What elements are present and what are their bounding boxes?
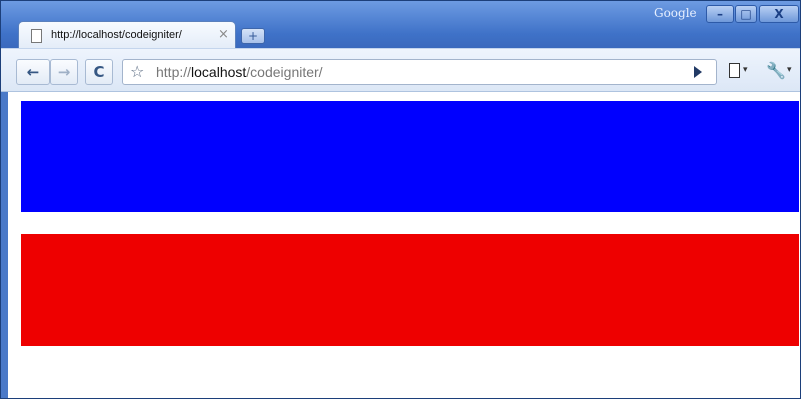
url-path: /codeigniter/ xyxy=(246,64,323,80)
go-arrow-icon[interactable] xyxy=(694,66,702,78)
browser-window: Google – □ X http://localhost/codeignite… xyxy=(0,0,801,399)
wrench-icon[interactable]: 🔧 xyxy=(766,61,786,80)
page-icon xyxy=(31,29,42,43)
maximize-button[interactable]: □ xyxy=(735,5,757,23)
page-menu-arrow-icon[interactable]: ▾ xyxy=(743,65,748,75)
tab-title: http://localhost/codeigniter/ xyxy=(51,29,182,41)
new-tab-button[interactable]: + xyxy=(241,28,265,44)
toolbar: ← → C ☆ http://localhost/codeigniter/ ▾ … xyxy=(1,48,800,92)
address-bar[interactable]: ☆ http://localhost/codeigniter/ xyxy=(122,59,717,85)
page-menu-icon[interactable] xyxy=(729,63,740,78)
tab-codeigniter[interactable]: http://localhost/codeigniter/ × xyxy=(18,21,236,49)
title-bar: Google – □ X http://localhost/codeignite… xyxy=(1,1,800,49)
reload-button[interactable]: C xyxy=(85,59,113,85)
red-band xyxy=(21,234,799,346)
back-button[interactable]: ← xyxy=(16,59,50,85)
blue-band xyxy=(21,101,799,212)
forward-button[interactable]: → xyxy=(50,59,78,85)
close-button[interactable]: X xyxy=(759,5,799,23)
url-host: localhost xyxy=(191,64,247,80)
page-content xyxy=(8,92,800,398)
minimize-button[interactable]: – xyxy=(706,5,734,23)
google-brand: Google xyxy=(654,6,697,20)
tab-close-icon[interactable]: × xyxy=(218,27,229,42)
url-prefix: http:// xyxy=(156,64,192,80)
wrench-menu-arrow-icon[interactable]: ▾ xyxy=(787,65,792,75)
bookmark-star-icon[interactable]: ☆ xyxy=(130,62,144,81)
url-text: http://localhost/codeigniter/ xyxy=(156,64,323,80)
